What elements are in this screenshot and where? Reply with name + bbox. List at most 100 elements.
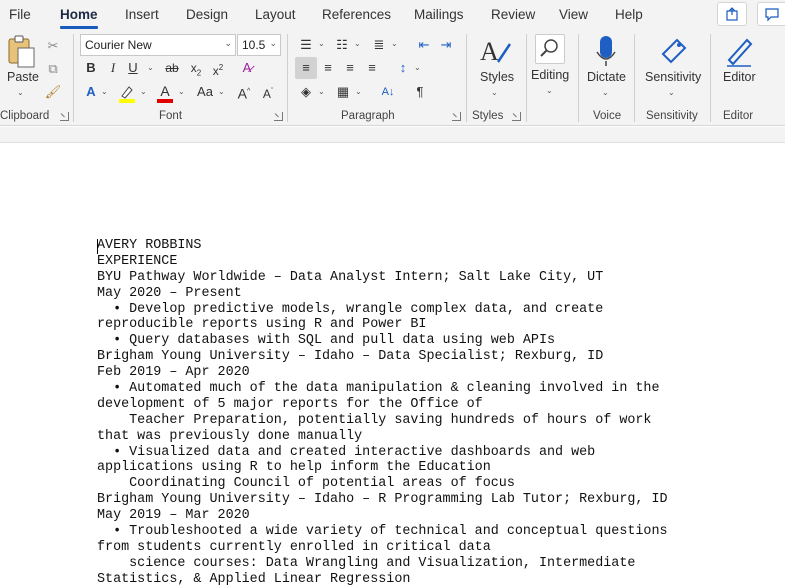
highlight-button[interactable] [116, 82, 138, 104]
styles-launcher-icon[interactable] [512, 112, 521, 121]
chevron-down-icon[interactable]: ⌄ [602, 88, 609, 97]
increase-indent-icon[interactable]: ⇥ [436, 35, 456, 55]
document-line[interactable]: EXPERIENCE [97, 254, 785, 270]
font-launcher-icon[interactable] [274, 112, 283, 121]
document-line[interactable]: Coordinating Council of potential areas … [97, 476, 785, 492]
paragraph-launcher-icon[interactable] [452, 112, 461, 121]
chevron-down-icon[interactable]: ⌄ [101, 87, 108, 96]
chevron-down-icon: ⌄ [269, 38, 277, 48]
chevron-down-icon[interactable]: ⌄ [668, 88, 675, 97]
show-formatting-icon[interactable]: ¶ [410, 82, 430, 102]
document-line[interactable]: Statistics, & Applied Linear Regression [97, 572, 785, 588]
document-line[interactable]: science courses: Data Wrangling and Visu… [97, 556, 785, 572]
editor-button[interactable] [723, 34, 755, 68]
italic-button[interactable]: I [103, 58, 123, 78]
align-left-icon[interactable]: ≡ [296, 58, 316, 78]
copy-icon[interactable]: ⧉ [43, 59, 63, 79]
document-line[interactable]: applications using R to help inform the … [97, 460, 785, 476]
bold-button[interactable]: B [81, 58, 101, 78]
chevron-down-icon[interactable]: ⌄ [546, 86, 553, 95]
grow-font-button[interactable]: A^ [234, 82, 254, 102]
document-line[interactable]: reproducible reports using R and Power B… [97, 317, 785, 333]
chevron-down-icon[interactable]: ⌄ [218, 87, 225, 96]
styles-button[interactable]: A [476, 34, 516, 74]
strikethrough-button[interactable]: ab [162, 58, 182, 78]
dictate-button[interactable] [594, 34, 618, 70]
shading-icon[interactable]: ◈ [296, 82, 316, 102]
document-line[interactable]: Brigham Young University – Idaho – R Pro… [97, 492, 785, 508]
tab-mailings[interactable]: Mailings [414, 7, 464, 22]
chevron-down-icon[interactable]: ⌄ [355, 87, 362, 96]
tab-review[interactable]: Review [491, 7, 535, 22]
styles-group-label: Styles [472, 110, 504, 122]
sensitivity-icon [661, 38, 687, 64]
superscript-button[interactable]: x2 [208, 58, 228, 78]
numbering-icon[interactable]: ☷ [332, 35, 352, 55]
align-right-icon[interactable]: ≡ [340, 58, 360, 78]
subscript-button[interactable]: x2 [186, 58, 206, 78]
cut-icon[interactable]: ✂ [43, 36, 63, 56]
tab-references[interactable]: References [322, 7, 391, 22]
tab-view[interactable]: View [559, 7, 588, 22]
document-line[interactable]: • Visualized data and created interactiv… [97, 445, 785, 461]
tab-file[interactable]: File [9, 7, 31, 22]
chevron-down-icon[interactable]: ⌄ [140, 87, 147, 96]
document-line[interactable]: May 2020 – Present [97, 286, 785, 302]
chevron-down-icon[interactable]: ⌄ [178, 87, 185, 96]
tab-help[interactable]: Help [615, 7, 643, 22]
editor-group-label: Editor [723, 110, 754, 122]
document-line[interactable]: BYU Pathway Worldwide – Data Analyst Int… [97, 270, 785, 286]
font-size-input[interactable]: 10.5 ⌄ [237, 34, 281, 56]
format-painter-icon[interactable]: 🖌 [43, 82, 63, 102]
text-effects-icon[interactable]: A [81, 82, 101, 102]
document-line[interactable]: • Troubleshooted a wide variety of techn… [97, 524, 785, 540]
shrink-font-button[interactable]: Aˇ [258, 82, 278, 102]
chevron-down-icon[interactable]: ⌄ [318, 87, 325, 96]
paste-dropdown-icon[interactable]: ⌄ [17, 88, 24, 97]
document-body[interactable]: AVERY ROBBINS EXPERIENCE BYU Pathway World… [97, 238, 785, 588]
tab-home[interactable]: Home [60, 7, 98, 22]
editing-button[interactable] [535, 34, 565, 64]
sensitivity-button[interactable] [659, 34, 689, 68]
document-line[interactable]: from students currently enrolled in crit… [97, 540, 785, 556]
borders-icon[interactable]: ▦ [333, 82, 353, 102]
justify-icon[interactable]: ≡ [362, 58, 382, 78]
font-color-button[interactable]: A [154, 82, 176, 104]
document-line[interactable]: Feb 2019 – Apr 2020 [97, 365, 785, 381]
font-color-swatch [157, 99, 173, 103]
document-line[interactable]: • Develop predictive models, wrangle com… [97, 302, 785, 318]
underline-button[interactable]: U [123, 58, 143, 78]
change-case-button[interactable]: Aa [192, 82, 218, 102]
chevron-down-icon[interactable]: ⌄ [147, 63, 154, 72]
document-line[interactable]: that was previously done manually [97, 429, 785, 445]
clear-formatting-icon[interactable]: A̷ [237, 58, 257, 78]
tab-layout[interactable]: Layout [255, 7, 296, 22]
align-center-icon[interactable]: ≡ [318, 58, 338, 78]
document-line[interactable]: • Automated much of the data manipulatio… [97, 381, 785, 397]
document-line[interactable]: Brigham Young University – Idaho – Data … [97, 349, 785, 365]
sort-icon[interactable]: A↓ [378, 82, 398, 102]
chevron-down-icon[interactable]: ⌄ [491, 88, 498, 97]
tab-insert[interactable]: Insert [125, 7, 159, 22]
document-line[interactable]: AVERY ROBBINS [97, 238, 785, 254]
clipboard-launcher-icon[interactable] [60, 112, 69, 121]
share-button[interactable] [717, 2, 747, 26]
multilevel-list-icon[interactable]: ≣ [369, 35, 389, 55]
document-line[interactable]: Teacher Preparation, potentially saving … [97, 413, 785, 429]
document-line[interactable]: development of 5 major reports for the O… [97, 397, 785, 413]
chevron-down-icon[interactable]: ⌄ [354, 39, 361, 48]
chevron-down-icon[interactable]: ⌄ [391, 39, 398, 48]
search-icon [540, 39, 558, 57]
document-line[interactable]: May 2019 – Mar 2020 [97, 508, 785, 524]
document-line[interactable]: • Query databases with SQL and pull data… [97, 333, 785, 349]
chevron-down-icon[interactable]: ⌄ [318, 39, 325, 48]
decrease-indent-icon[interactable]: ⇤ [414, 35, 434, 55]
comments-button[interactable] [757, 2, 785, 26]
font-name-input[interactable]: Courier New ⌄ [80, 34, 236, 56]
chevron-down-icon[interactable]: ⌄ [414, 63, 421, 72]
bullets-icon[interactable]: ☰ [296, 35, 316, 55]
font-name-value: Courier New [85, 38, 152, 52]
separator [578, 34, 579, 122]
tab-design[interactable]: Design [186, 7, 228, 22]
line-spacing-icon[interactable]: ↕ [393, 58, 413, 78]
